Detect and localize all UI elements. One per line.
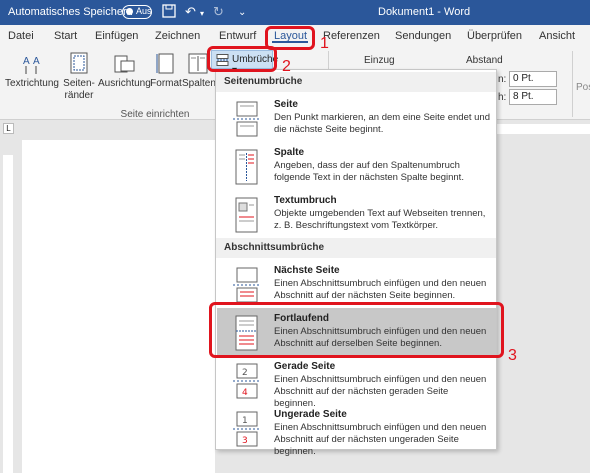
undo-dropdown-icon[interactable]: ▾ <box>200 9 204 18</box>
svg-text:A: A <box>33 56 40 67</box>
format-label: Format <box>150 78 182 89</box>
spacing-before-field[interactable]: 0 Pt. <box>509 71 557 87</box>
size-icon <box>156 53 174 74</box>
seitenraender-button[interactable]: Seiten- ränder <box>60 52 98 102</box>
textrichtung-button[interactable]: AA Textrichtung <box>4 52 60 90</box>
tab-einfuegen[interactable]: Einfügen <box>95 30 138 42</box>
menu-item-textumbruch[interactable]: Textumbruch Objekte umgebenden Text auf … <box>217 190 496 238</box>
undo-icon[interactable]: ↶ <box>185 4 196 20</box>
odd-page-icon: 13 <box>233 411 259 447</box>
menu-item-title: Nächste Seite <box>274 265 340 276</box>
tab-zeichnen[interactable]: Zeichnen <box>155 30 200 42</box>
group-label-seite-einrichten: Seite einrichten <box>120 109 190 120</box>
menu-item-desc: Objekte umgebenden Text auf Webseiten tr… <box>274 208 486 231</box>
menu-item-title: Ungerade Seite <box>274 409 347 420</box>
annotation-number-1: 1 <box>320 35 329 52</box>
menu-item-seite[interactable]: Seite Den Punkt markieren, an dem eine S… <box>217 94 496 142</box>
section-header-section-breaks: Abschnittsumbrüche <box>216 238 496 258</box>
tab-entwurf[interactable]: Entwurf <box>219 30 256 42</box>
next-page-icon <box>233 267 259 303</box>
ausrichtung-button[interactable]: Ausrichtung <box>98 52 151 90</box>
menu-item-ungerade-seite[interactable]: 13 Ungerade Seite Einen Abschnittsumbruc… <box>217 404 496 457</box>
abstand-label: Abstand <box>466 55 503 66</box>
seitenraender-label-2: ränder <box>64 90 94 101</box>
menu-item-title: Seite <box>274 99 298 110</box>
spacing-before-label: n: <box>498 74 507 85</box>
tab-datei[interactable]: Datei <box>8 30 34 42</box>
svg-text:1: 1 <box>242 416 248 426</box>
position-label: Pos <box>576 82 590 93</box>
tab-start[interactable]: Start <box>54 30 77 42</box>
breaks-menu: Seitenumbrüche Seite Den Punkt markieren… <box>215 69 497 457</box>
svg-text:3: 3 <box>242 436 248 446</box>
ausrichtung-label: Ausrichtung <box>98 78 151 89</box>
spalten-label: Spalten <box>182 78 216 89</box>
tab-sendungen[interactable]: Sendungen <box>395 30 451 42</box>
menu-item-spalte[interactable]: Spalte Angeben, dass der auf den Spalten… <box>217 142 496 190</box>
spacing-after-field[interactable]: 8 Pt. <box>509 89 557 105</box>
svg-text:2: 2 <box>242 368 248 378</box>
orientation-icon <box>114 55 135 73</box>
toggle-knob <box>126 8 133 15</box>
menu-item-desc: Angeben, dass der auf den Spaltenumbruch… <box>274 160 464 183</box>
seitenraender-label-1: Seiten- <box>63 78 95 89</box>
autosave-toggle-state: Aus <box>136 6 152 16</box>
even-page-icon: 24 <box>233 363 259 399</box>
text-wrapping-icon <box>235 197 258 233</box>
menu-item-desc: Einen Abschnittsumbruch einfügen und den… <box>274 422 487 457</box>
tab-selector[interactable]: L <box>3 123 14 134</box>
spacing-after-label: h: <box>498 92 507 103</box>
menu-item-title: Gerade Seite <box>274 361 336 372</box>
format-button[interactable]: Format <box>150 52 182 90</box>
tab-ueberpruefen[interactable]: Überprüfen <box>467 30 522 42</box>
annotation-number-2: 2 <box>282 58 291 75</box>
column-break-icon <box>235 149 258 185</box>
title-bar: Automatisches Speichern Aus ↶ ▾ ↻ ⌄ Doku… <box>0 0 590 25</box>
svg-text:A: A <box>23 56 30 67</box>
annotation-box-fortlaufend <box>209 302 504 358</box>
columns-icon <box>188 53 208 74</box>
menu-item-gerade-seite[interactable]: 24 Gerade Seite Einen Abschnittsumbruch … <box>217 356 496 409</box>
document-page[interactable] <box>22 140 215 473</box>
save-icon[interactable] <box>162 4 176 21</box>
menu-item-naechste-seite[interactable]: Nächste Seite Einen Abschnittsumbruch ei… <box>217 260 496 308</box>
tab-referenzen[interactable]: Referenzen <box>323 30 380 42</box>
vertical-ruler[interactable] <box>3 155 13 473</box>
menu-item-desc: Den Punkt markieren, an dem eine Seite e… <box>274 112 490 135</box>
text-direction-icon: AA <box>23 56 40 74</box>
annotation-number-3: 3 <box>508 347 517 364</box>
customize-quick-access-icon[interactable]: ⌄ <box>238 7 246 18</box>
document-title: Dokument1 - Word <box>378 6 471 18</box>
margins-icon <box>70 52 88 74</box>
ribbon-separator-2 <box>572 51 573 117</box>
redo-icon[interactable]: ↻ <box>213 4 224 20</box>
menu-item-desc: Einen Abschnittsumbruch einfügen und den… <box>274 278 487 301</box>
autosave-label: Automatisches Speichern <box>8 6 133 18</box>
tab-ansicht[interactable]: Ansicht <box>539 30 575 42</box>
textrichtung-label: Textrichtung <box>5 78 59 89</box>
einzug-label: Einzug <box>364 55 395 66</box>
annotation-box-umbrueche <box>207 46 277 72</box>
menu-item-title: Textumbruch <box>274 195 337 206</box>
page-break-icon <box>233 101 259 137</box>
svg-text:4: 4 <box>242 388 248 398</box>
menu-item-title: Spalte <box>274 147 305 158</box>
section-header-page-breaks: Seitenumbrüche <box>216 72 496 92</box>
